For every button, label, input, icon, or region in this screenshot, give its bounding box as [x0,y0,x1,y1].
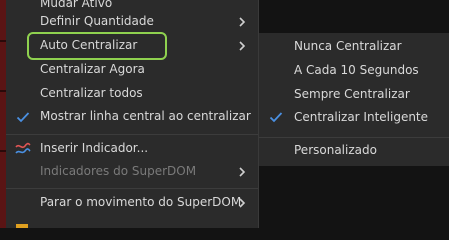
submenu-item-centralizar-inteligente[interactable]: Centralizar Inteligente [259,106,449,128]
auto-centralizar-submenu: Nunca Centralizar A Cada 10 Segundos Sem… [259,33,449,166]
chevron-right-icon [239,41,246,51]
submenu-item-label: Nunca Centralizar [294,39,402,53]
indicator-icon [15,142,31,154]
chevron-right-icon [239,17,246,27]
menu-item-indicadores-superdom: Indicadores do SuperDOM [6,160,258,184]
highlight-box [27,32,167,60]
menu-item-label: Centralizar todos [40,86,143,100]
menu-item-label: Indicadores do SuperDOM [40,164,197,178]
menu-item-label: Mudar Ativo [40,0,113,10]
next-item-icon [16,224,28,228]
submenu-item-label: Sempre Centralizar [294,87,410,101]
menu-separator [6,134,258,135]
menu-item-label: Parar o movimento do SuperDOM [40,195,242,209]
chevron-right-icon [239,198,246,208]
submenu-item-personalizado[interactable]: Personalizado [259,139,449,161]
submenu-separator [259,137,449,138]
menu-item-mostrar-linha-central[interactable]: Mostrar linha central ao centralizar [6,105,258,129]
menu-item-label: Definir Quantidade [40,14,154,28]
submenu-item-a-cada-10-segundos[interactable]: A Cada 10 Segundos [259,59,449,81]
submenu-item-nunca-centralizar[interactable]: Nunca Centralizar [259,35,449,57]
submenu-item-label: A Cada 10 Segundos [294,63,419,77]
submenu-item-label: Personalizado [294,143,377,157]
checkmark-icon [269,112,283,123]
menu-separator [6,188,258,189]
menu-item-label: Inserir Indicador... [40,141,149,155]
menu-item-definir-quantidade[interactable]: Definir Quantidade [6,10,258,34]
submenu-item-sempre-centralizar[interactable]: Sempre Centralizar [259,83,449,105]
menu-item-inserir-indicador[interactable]: Inserir Indicador... [6,137,258,161]
menu-item-label: Centralizar Agora [40,62,145,76]
menu-item-centralizar-agora[interactable]: Centralizar Agora [6,58,258,82]
menu-item-centralizar-todos[interactable]: Centralizar todos [6,82,258,106]
submenu-item-label: Centralizar Inteligente [294,110,429,124]
menu-item-label: Mostrar linha central ao centralizar [40,109,251,123]
menu-item-parar-movimento[interactable]: Parar o movimento do SuperDOM [6,191,258,215]
chevron-right-icon [239,167,246,177]
checkmark-icon [16,112,30,123]
